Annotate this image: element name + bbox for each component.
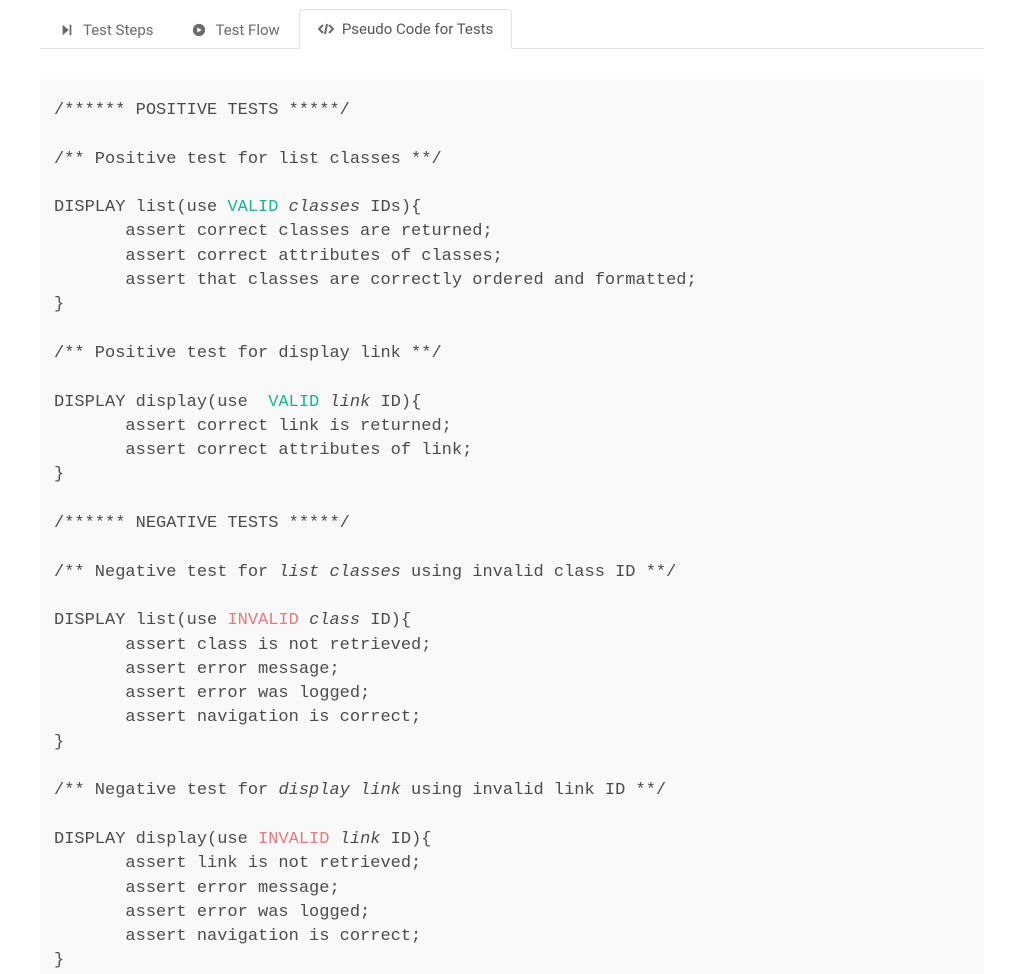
code-line: assert correct classes are returned;: [54, 222, 493, 241]
tab-test-steps[interactable]: Test Steps: [40, 9, 172, 49]
code-line: }: [54, 465, 64, 484]
code-line: }: [54, 733, 64, 752]
code-line: assert correct attributes of link;: [54, 441, 472, 460]
code-line: /****** NEGATIVE TESTS *****/: [54, 514, 350, 533]
code-line: assert correct link is returned;: [54, 417, 452, 436]
pseudo-code-block: /****** POSITIVE TESTS *****/ /** Positi…: [40, 79, 984, 974]
tab-pseudo-code[interactable]: Pseudo Code for Tests: [299, 9, 512, 49]
code-token-italic: class: [309, 611, 360, 630]
code-token: using invalid link ID **/: [401, 781, 666, 800]
code-line: }: [54, 951, 64, 970]
code-token: [319, 393, 329, 412]
tab-bar: Test Steps Test Flow Pseudo Code for Tes…: [40, 0, 984, 49]
code-line: }: [54, 295, 64, 314]
tab-label: Test Flow: [215, 21, 279, 39]
code-token: DISPLAY list(use: [54, 198, 227, 217]
code-line: assert correct attributes of classes;: [54, 247, 503, 266]
code-token-italic: link: [340, 830, 381, 849]
code-line: assert navigation is correct;: [54, 708, 421, 727]
code-token: [329, 830, 339, 849]
code-icon: [318, 21, 334, 37]
code-token-valid: VALID: [268, 393, 319, 412]
code-token: /** Negative test for: [54, 563, 278, 582]
code-token-invalid: INVALID: [227, 611, 298, 630]
code-token-italic: classes: [289, 198, 360, 217]
code-token: ID){: [370, 393, 421, 412]
code-token-valid: VALID: [227, 198, 278, 217]
code-line: assert error message;: [54, 660, 340, 679]
code-token: DISPLAY list(use: [54, 611, 227, 630]
code-token: ID){: [380, 830, 431, 849]
tab-label: Test Steps: [83, 21, 153, 39]
code-line: assert that classes are correctly ordere…: [54, 271, 697, 290]
code-token-invalid: INVALID: [258, 830, 329, 849]
code-token-italic: list classes: [278, 563, 400, 582]
tab-test-flow[interactable]: Test Flow: [172, 9, 298, 49]
skip-end-icon: [59, 22, 75, 38]
code-token: ID){: [360, 611, 411, 630]
code-token: /** Negative test for: [54, 781, 278, 800]
code-token-italic: display link: [278, 781, 400, 800]
code-line: /** Positive test for list classes **/: [54, 150, 442, 169]
code-line: assert error was logged;: [54, 684, 370, 703]
circle-arrow-icon: [191, 22, 207, 38]
tab-label: Pseudo Code for Tests: [342, 20, 493, 38]
code-line: assert navigation is correct;: [54, 927, 421, 946]
code-line: assert link is not retrieved;: [54, 854, 421, 873]
code-line: /****** POSITIVE TESTS *****/: [54, 101, 350, 120]
code-token-italic: link: [329, 393, 370, 412]
code-token: IDs){: [360, 198, 421, 217]
code-token: DISPLAY display(use: [54, 393, 268, 412]
code-line: assert error was logged;: [54, 903, 370, 922]
code-token: [278, 198, 288, 217]
code-line: assert class is not retrieved;: [54, 636, 431, 655]
code-line: /** Positive test for display link **/: [54, 344, 442, 363]
code-token: using invalid class ID **/: [401, 563, 676, 582]
code-token: DISPLAY display(use: [54, 830, 258, 849]
code-line: assert error message;: [54, 879, 340, 898]
code-token: [299, 611, 309, 630]
